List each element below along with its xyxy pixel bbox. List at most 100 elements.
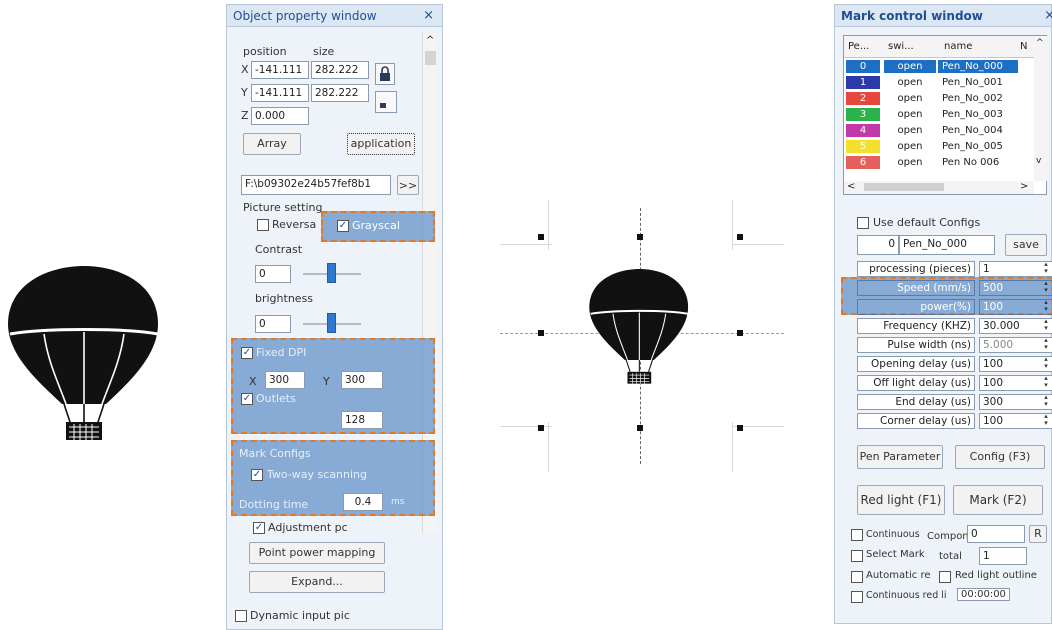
pen-switch-cell[interactable]: open (884, 124, 936, 137)
pen-name-cell[interactable]: Pen_No_000 (938, 60, 1018, 73)
scroll-thumb[interactable] (425, 51, 436, 65)
dynamic-input-checkbox[interactable] (235, 610, 247, 622)
scroll-left-icon[interactable]: < (847, 181, 855, 192)
table-row[interactable]: 4 open Pen_No_004 (844, 124, 1034, 137)
pen-parameter-button[interactable]: Pen Parameter (857, 445, 943, 469)
pen-name-cell[interactable]: Pen_No_005 (938, 140, 1018, 153)
fixed-dpi-checkbox[interactable]: ✓ (241, 347, 253, 359)
select-mark-checkbox[interactable] (851, 550, 863, 562)
use-default-configs-checkbox[interactable] (857, 217, 869, 229)
pen-switch-cell[interactable]: open (884, 108, 936, 121)
resize-handle[interactable] (538, 425, 544, 431)
contrast-input[interactable]: 0 (255, 265, 291, 283)
pen-switch-cell[interactable]: open (884, 140, 936, 153)
column-header[interactable]: name (944, 40, 972, 53)
resize-handle[interactable] (737, 234, 743, 240)
spinner-icon[interactable]: ▴ ▾ (1041, 413, 1051, 429)
resize-handle[interactable] (737, 425, 743, 431)
lock-ratio-button[interactable] (375, 63, 395, 85)
pen-name-cell[interactable]: Pen_No_001 (938, 76, 1018, 89)
application-button[interactable]: application (347, 133, 415, 155)
point-power-mapping-button[interactable]: Point power mapping (249, 542, 385, 564)
pen-name-cell[interactable]: Pen_No_002 (938, 92, 1018, 105)
spinner-icon[interactable]: ▴ ▾ (1041, 375, 1051, 391)
spinner-icon[interactable]: ▴ ▾ (1041, 280, 1051, 296)
red-light-outline-checkbox[interactable] (939, 571, 951, 583)
size-x-input[interactable]: 282.222 (311, 61, 369, 79)
reverse-checkbox[interactable] (257, 219, 269, 231)
table-row[interactable]: 6 open Pen No 006 (844, 156, 1034, 169)
spinner-icon[interactable]: ▴ ▾ (1041, 337, 1051, 353)
browse-button[interactable]: >> (397, 175, 419, 195)
table-row[interactable]: 2 open Pen_No_002 (844, 92, 1034, 105)
position-y-input[interactable]: -141.111 (251, 84, 309, 102)
table-vertical-scrollbar[interactable]: ^ v (1034, 36, 1047, 181)
spinner-icon[interactable]: ▴ ▾ (1041, 318, 1051, 334)
scroll-up-icon[interactable]: ^ (426, 35, 434, 46)
contrast-slider-thumb[interactable] (327, 263, 336, 283)
pen-name-input[interactable]: Pen_No_000 (899, 235, 995, 255)
expand-button[interactable]: Expand... (249, 571, 385, 593)
close-icon[interactable]: × (1044, 8, 1052, 23)
dpi-y-input[interactable]: 300 (341, 371, 383, 389)
table-row[interactable]: 0 open Pen_No_000 (844, 60, 1034, 73)
total-input[interactable]: 1 (979, 547, 1027, 565)
r-button[interactable]: R (1029, 525, 1047, 543)
column-header[interactable]: Pe... (848, 40, 869, 53)
brightness-input[interactable]: 0 (255, 315, 291, 333)
position-x-input[interactable]: -141.111 (251, 61, 309, 79)
resize-handle[interactable] (737, 330, 743, 336)
two-way-scanning-checkbox[interactable]: ✓ (251, 469, 263, 481)
component-input[interactable]: 0 (967, 525, 1025, 543)
close-icon[interactable]: × (423, 8, 434, 23)
adjustment-checkbox[interactable]: ✓ (253, 522, 265, 534)
design-canvas[interactable] (500, 200, 785, 472)
pen-name-cell[interactable]: Pen_No_004 (938, 124, 1018, 137)
automatic-checkbox[interactable] (851, 571, 863, 583)
scroll-down-icon[interactable]: v (1036, 156, 1041, 166)
resize-handle[interactable] (637, 425, 643, 431)
size-y-input[interactable]: 282.222 (311, 84, 369, 102)
spinner-icon[interactable]: ▴ ▾ (1041, 299, 1051, 315)
threshold-input[interactable]: 128 (341, 411, 383, 429)
resize-handle[interactable] (637, 234, 643, 240)
continuous-red-checkbox[interactable] (851, 591, 863, 603)
pen-switch-cell[interactable]: open (884, 92, 936, 105)
table-row[interactable]: 3 open Pen_No_003 (844, 108, 1034, 121)
dotting-time-input[interactable]: 0.4 (343, 493, 383, 511)
table-horizontal-scrollbar[interactable]: < > (844, 181, 1034, 194)
scroll-up-icon[interactable]: ^ (1036, 38, 1044, 48)
mark-button[interactable]: Mark (F2) (953, 485, 1043, 515)
anchor-button[interactable] (375, 91, 397, 113)
file-path-input[interactable]: F:\b09302e24b57fef8b1 (241, 175, 391, 195)
resize-handle[interactable] (538, 330, 544, 336)
grayscale-checkbox[interactable]: ✓ (337, 220, 349, 232)
pen-switch-cell[interactable]: open (884, 60, 936, 73)
pen-switch-cell[interactable]: open (884, 156, 936, 169)
dpi-x-input[interactable]: 300 (265, 371, 305, 389)
brightness-slider-thumb[interactable] (327, 313, 336, 333)
spinner-icon[interactable]: ▴ ▾ (1041, 261, 1051, 277)
outlets-checkbox[interactable]: ✓ (241, 393, 253, 405)
red-light-button[interactable]: Red light (F1) (857, 485, 945, 515)
column-header[interactable]: N (1020, 40, 1027, 53)
scroll-right-icon[interactable]: > (1020, 181, 1028, 192)
resize-handle[interactable] (538, 234, 544, 240)
spinner-icon[interactable]: ▴ ▾ (1041, 394, 1051, 410)
continuous-checkbox[interactable] (851, 529, 863, 541)
position-z-input[interactable]: 0.000 (251, 107, 309, 125)
spinner-icon[interactable]: ▴ ▾ (1041, 356, 1051, 372)
column-header[interactable]: swi... (888, 40, 914, 53)
pen-switch-cell[interactable]: open (884, 76, 936, 89)
array-button[interactable]: Array (243, 133, 301, 155)
selected-balloon-object[interactable] (584, 262, 696, 392)
scroll-thumb[interactable] (864, 183, 944, 191)
pen-number-input[interactable]: 0 (857, 235, 899, 255)
pen-name-cell[interactable]: Pen No 006 (938, 156, 1018, 169)
save-button[interactable]: save (1005, 234, 1047, 256)
pen-name-cell[interactable]: Pen_No_003 (938, 108, 1018, 121)
guide-line (548, 422, 549, 472)
table-row[interactable]: 1 open Pen_No_001 (844, 76, 1034, 89)
table-row[interactable]: 5 open Pen_No_005 (844, 140, 1034, 153)
config-button[interactable]: Config (F3) (955, 445, 1045, 469)
